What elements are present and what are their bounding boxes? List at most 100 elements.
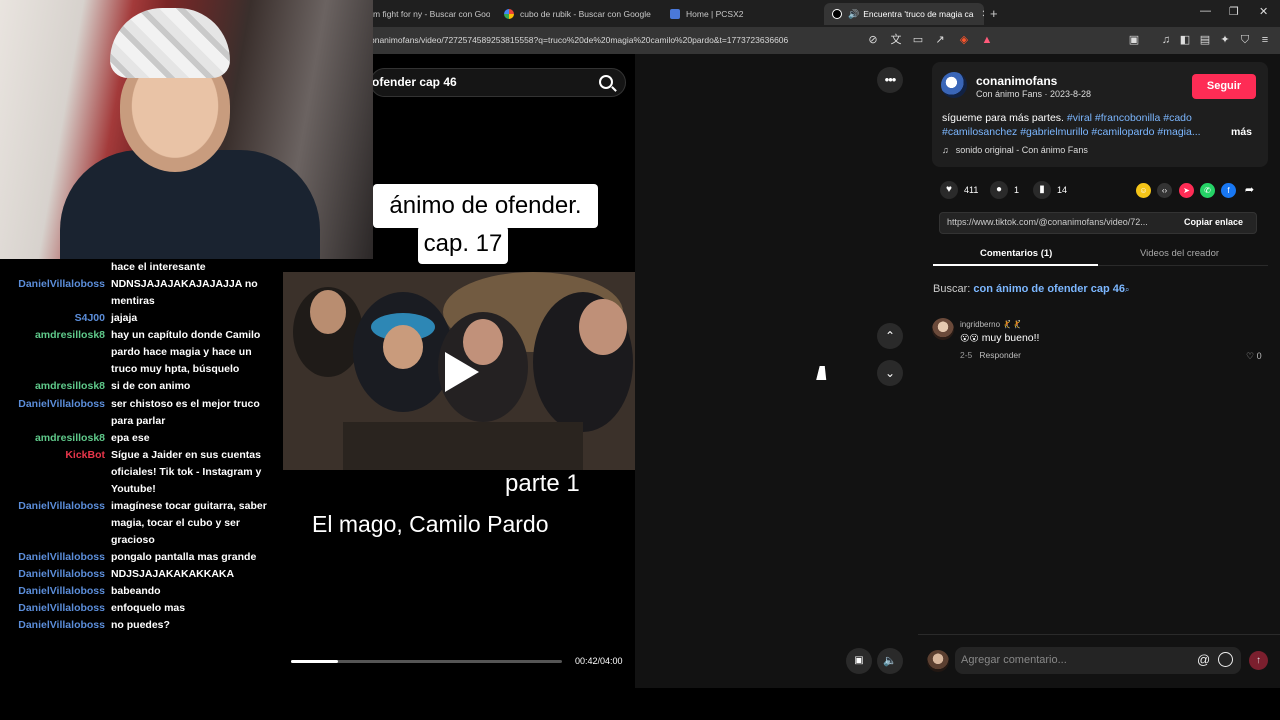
reply-button[interactable]: Responder (979, 350, 1021, 360)
restore-button[interactable]: ❐ (1229, 5, 1239, 18)
heart-icon: ♥ (940, 181, 958, 199)
author-avatar[interactable] (941, 72, 967, 98)
sidebar-icon[interactable]: ▣ (1127, 33, 1141, 47)
hashtag[interactable]: #viral (1067, 112, 1092, 124)
hashtag[interactable]: #gabrielmurillo (1020, 126, 1088, 138)
emoji-picker-icon[interactable] (1218, 652, 1233, 667)
sound-info[interactable]: ♫ sonido original - Con ánimo Fans (942, 145, 1088, 155)
video-link[interactable]: https://www.tiktok.com/@conanimofans/vid… (947, 217, 1148, 227)
commenter-avatar[interactable] (932, 318, 954, 340)
chat-username[interactable]: amdresillosk8 (35, 378, 105, 395)
vpn-icon[interactable]: ⛉ (1238, 33, 1252, 47)
no-tracking-icon[interactable]: ⊘ (866, 33, 880, 47)
url-text[interactable]: onanimofans/video/7272574589253815558?q=… (370, 35, 788, 45)
save-action[interactable]: ▮ 14 (1033, 181, 1067, 199)
chat-username[interactable]: amdresillosk8 (35, 430, 105, 447)
chat-username[interactable]: DanielVillaloboss (18, 396, 105, 413)
tab-label: Home | PCSX2 (686, 9, 744, 19)
live-chat: hace el interesante DanielVillaloboss NDNS… (0, 259, 283, 688)
chat-username[interactable]: S4J00 (75, 310, 105, 327)
music-note-icon: ♫ (942, 145, 949, 155)
brave-shield-icon[interactable]: ◈ (957, 33, 971, 47)
comment-like[interactable]: ♡ 0 (1246, 351, 1262, 362)
video-progress-fill (291, 660, 339, 663)
cast-icon[interactable]: ▭ (911, 33, 925, 47)
send-icon[interactable]: ➤ (1179, 183, 1194, 198)
play-icon[interactable] (445, 352, 479, 392)
search-icon[interactable] (599, 75, 613, 89)
chat-username[interactable]: amdresillosk8 (35, 327, 105, 344)
follow-button[interactable]: Seguir (1192, 74, 1256, 99)
chat-username[interactable]: DanielVillaloboss (18, 617, 105, 634)
volume-button[interactable]: 🔈 (877, 648, 903, 674)
chat-username[interactable]: KickBot (65, 447, 105, 464)
minimize-button[interactable]: — (1200, 5, 1211, 17)
send-comment-button[interactable]: ↑ (1249, 651, 1268, 670)
chat-text: Sígue a Jaider en sus cuentas oficiales!… (111, 449, 262, 495)
share-arrow-icon[interactable]: ➦ (1242, 183, 1257, 198)
browser-tab-3[interactable]: Home | PCSX2 (662, 3, 817, 25)
tab-creator-videos[interactable]: Videos del creador (1140, 248, 1219, 259)
more-options-icon[interactable]: ••• (877, 67, 903, 93)
webcam-person-beanie (110, 8, 230, 78)
share-icon[interactable]: ↗ (933, 33, 947, 47)
chat-username[interactable]: DanielVillaloboss (18, 566, 105, 583)
chat-message: DanielVillaloboss NDNSJAJAJAKAJAJAJJA no … (0, 276, 283, 310)
commenter-name[interactable]: ingridberno 🤾🤾 (960, 320, 1022, 329)
save-count: 14 (1057, 185, 1068, 195)
author-name[interactable]: conanimofans (976, 74, 1057, 88)
music-icon[interactable]: ♫ (1159, 33, 1173, 47)
close-window-button[interactable]: ✕ (1259, 5, 1268, 18)
hashtag[interactable]: #magia... (1157, 126, 1200, 138)
rewards-icon[interactable]: ▲ (980, 33, 994, 47)
tab-comments[interactable]: Comentarios (1) (980, 248, 1052, 259)
floating-player-button[interactable]: ▣ (846, 648, 872, 674)
search-suggestion[interactable]: Buscar: con ánimo de ofender cap 46⌕ (933, 283, 1129, 295)
menu-icon[interactable]: ≡ (1258, 33, 1272, 47)
chat-username[interactable]: DanielVillaloboss (18, 600, 105, 617)
hashtag[interactable]: #camilosanchez (942, 126, 1017, 138)
previous-video-button[interactable]: ⌃ (877, 323, 903, 349)
translate-icon[interactable]: 文 (889, 33, 903, 47)
hashtag[interactable]: #francobonilla (1095, 112, 1160, 124)
more-link[interactable]: más (1231, 126, 1252, 138)
new-tab-button[interactable]: + (990, 6, 998, 21)
chat-text: ser chistoso es el mejor truco para parl… (111, 398, 260, 427)
hashtag[interactable]: #cado (1163, 112, 1192, 124)
like-action[interactable]: ♥ 411 (940, 181, 978, 199)
comment-like-count: 0 (1256, 351, 1262, 361)
ai-icon[interactable]: ✦ (1218, 33, 1232, 47)
browser-tab-1[interactable]: m fight for ny - Buscar con Goo (365, 3, 490, 25)
add-comment-placeholder[interactable]: Agregar comentario... (961, 654, 1067, 666)
chat-username[interactable]: DanielVillaloboss (18, 549, 105, 566)
chat-text: imagínese tocar guitarra, saber magia, t… (111, 500, 267, 546)
chat-username[interactable]: DanielVillaloboss (18, 276, 105, 293)
wallet-icon[interactable]: ▤ (1198, 33, 1212, 47)
video-title-line-1: ánimo de ofender. (373, 184, 598, 228)
search-input-text[interactable]: ofender cap 46 (372, 75, 457, 89)
screen: m fight for ny - Buscar con Goo cubo de … (0, 0, 1280, 720)
embed-icon[interactable]: ‹› (1157, 183, 1172, 198)
share-friend-icon[interactable]: ☺ (1136, 183, 1151, 198)
browser-tab-4-active[interactable]: 🔊 Encuentra 'truco de magia ca ✕ (824, 3, 984, 25)
panel-icon[interactable]: ◧ (1178, 33, 1192, 47)
emoji-icon: 🤾🤾 (1002, 320, 1023, 329)
video-caption-part: parte 1 (505, 470, 580, 497)
copy-link-button[interactable]: Copiar enlace (1184, 217, 1243, 227)
browser-tab-2[interactable]: cubo de rubik - Buscar con Google (496, 3, 656, 25)
next-video-button[interactable]: ⌄ (877, 360, 903, 386)
video-caption-main: El mago, Camilo Pardo (312, 511, 549, 537)
chat-message: DanielVillaloboss enfoquelo mas (0, 600, 283, 617)
video-progress-bar[interactable] (291, 660, 562, 663)
whatsapp-icon[interactable]: ✆ (1200, 183, 1215, 198)
webcam-feed (0, 0, 373, 259)
close-tab-icon[interactable]: ✕ (982, 9, 984, 20)
comment-action[interactable]: ● 1 (990, 181, 1019, 199)
chat-username[interactable]: DanielVillaloboss (18, 498, 105, 515)
search-term[interactable]: con ánimo de ofender cap 46 (973, 283, 1125, 295)
mention-icon[interactable]: @ (1197, 652, 1210, 667)
chat-username[interactable]: DanielVillaloboss (18, 583, 105, 600)
chat-text: enfoquelo mas (111, 602, 186, 614)
hashtag[interactable]: #camilopardo (1091, 126, 1154, 138)
facebook-icon[interactable]: f (1221, 183, 1236, 198)
